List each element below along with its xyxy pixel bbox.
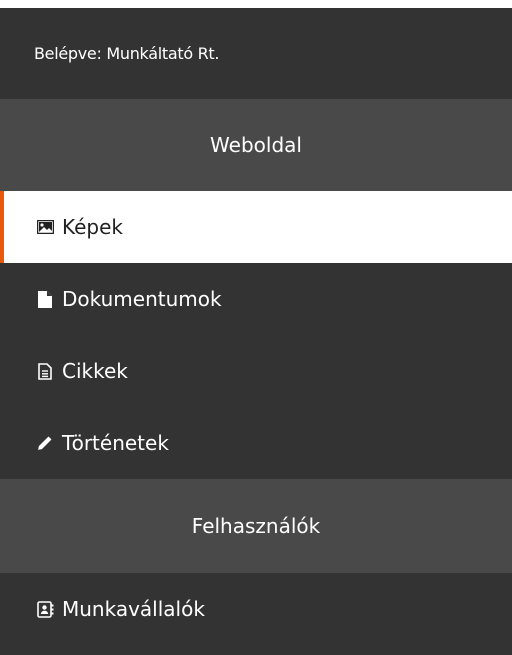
logged-in-status: Belépve: Munkáltató Rt.: [0, 8, 512, 99]
sidebar-item-label: Dokumentumok: [62, 287, 222, 311]
sidebar-item-images[interactable]: Képek: [0, 191, 512, 263]
sidebar: Belépve: Munkáltató Rt. Weboldal Képek D…: [0, 8, 512, 655]
pencil-icon: [36, 434, 54, 452]
sidebar-item-stories[interactable]: Történetek: [0, 407, 512, 479]
sidebar-item-articles[interactable]: Cikkek: [0, 335, 512, 407]
sidebar-item-label: Képek: [62, 215, 124, 239]
sidebar-item-label: Cikkek: [62, 359, 128, 383]
section-title-website: Weboldal: [210, 133, 302, 157]
image-icon: [36, 218, 54, 236]
section-header-website: Weboldal: [0, 99, 512, 191]
sidebar-item-label: Történetek: [62, 431, 169, 455]
document-text-icon: [36, 362, 54, 380]
contact-book-icon: [36, 600, 54, 618]
top-strip: [0, 0, 512, 8]
file-icon: [36, 290, 54, 308]
sidebar-item-employees[interactable]: Munkavállalók: [0, 573, 512, 645]
sidebar-item-documents[interactable]: Dokumentumok: [0, 263, 512, 335]
section-header-users: Felhasználók: [0, 479, 512, 573]
section-title-users: Felhasználók: [191, 514, 321, 538]
logged-in-text: Belépve: Munkáltató Rt.: [34, 44, 220, 63]
sidebar-item-label: Munkavállalók: [62, 597, 205, 621]
